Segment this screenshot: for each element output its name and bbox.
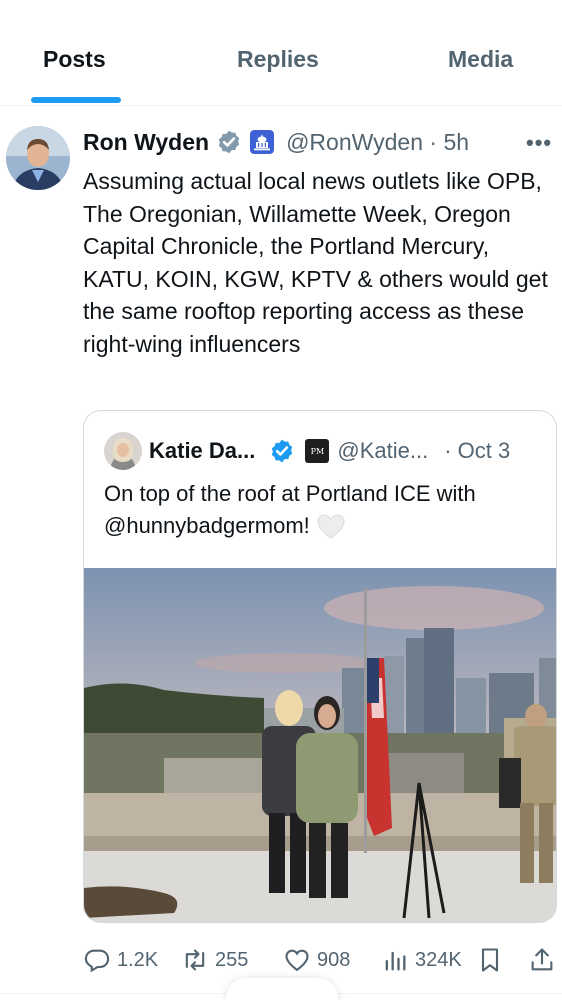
post-text: Assuming actual local news outlets like … <box>83 168 548 357</box>
quoted-post-text: On top of the roof at Portland ICE with … <box>104 478 544 542</box>
quoted-author-name[interactable]: Katie Da... <box>149 438 255 464</box>
quoted-post-text-content: On top of the roof at Portland ICE with … <box>104 481 476 538</box>
quoted-avatar[interactable] <box>104 432 142 470</box>
quoted-post-date[interactable]: · Oct 3 <box>444 438 510 464</box>
verified-badge-icon[interactable] <box>269 438 295 464</box>
rooftop-photo[interactable] <box>84 568 557 923</box>
reply-button[interactable]: 1.2K <box>83 940 158 980</box>
active-tab-indicator <box>31 97 121 103</box>
share-icon <box>531 948 553 971</box>
post-header: Ron Wyden @RonWyden · 5h <box>83 127 469 157</box>
us-government-capitol-icon[interactable] <box>250 130 275 154</box>
affiliation-badge[interactable]: PM <box>305 439 330 463</box>
reply-count: 1.2K <box>117 948 159 971</box>
more-options-icon[interactable]: ••• <box>526 130 552 156</box>
views-bar-chart-icon <box>385 951 406 971</box>
author-handle-time[interactable]: @RonWyden · 5h <box>286 129 469 156</box>
share-button[interactable] <box>528 940 556 980</box>
white-heart-icon <box>317 514 345 539</box>
like-count: 908 <box>317 948 351 971</box>
floating-pill[interactable] <box>226 978 338 1000</box>
views-button[interactable]: 324K <box>381 940 462 980</box>
avatar[interactable] <box>6 126 70 190</box>
views-count: 324K <box>415 948 462 971</box>
heart-icon <box>285 949 309 972</box>
quoted-author-handle[interactable]: @Katie... <box>337 438 428 464</box>
repost-count: 255 <box>215 948 249 971</box>
like-button[interactable]: 908 <box>283 940 350 980</box>
tab-media[interactable]: Media <box>448 46 513 73</box>
reply-icon <box>84 949 110 973</box>
repost-button[interactable]: 255 <box>181 940 248 980</box>
post-actions: 1.2K 255 908 324K <box>83 940 558 980</box>
profile-tabs: Posts Replies Media <box>0 0 562 106</box>
repost-icon <box>185 949 205 971</box>
bookmark-icon <box>481 948 499 972</box>
quoted-post[interactable]: Katie Da... PM @Katie... · Oct 3 On top … <box>83 410 557 923</box>
quoted-post-header: Katie Da... PM @Katie... · Oct 3 <box>149 436 510 466</box>
verified-badge-icon[interactable] <box>216 129 242 155</box>
bookmark-button[interactable] <box>476 940 504 980</box>
tab-replies[interactable]: Replies <box>237 46 319 73</box>
author-name[interactable]: Ron Wyden <box>83 129 209 156</box>
tab-posts[interactable]: Posts <box>43 46 106 73</box>
